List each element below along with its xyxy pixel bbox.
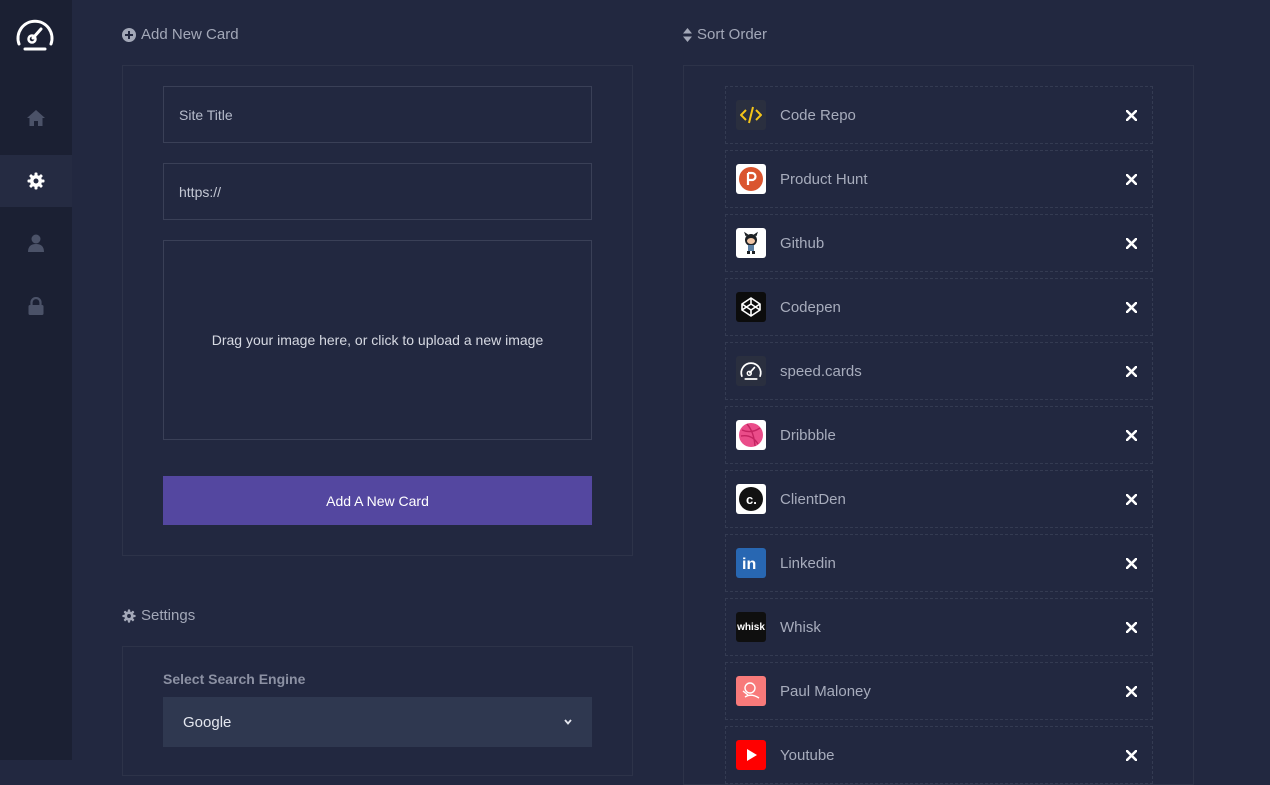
sidebar-item-settings[interactable]	[0, 155, 72, 207]
add-card-title: Add New Card	[141, 26, 239, 43]
sort-item-label: Whisk	[780, 618, 821, 636]
sort-item-clientden[interactable]: c. ClientDen	[725, 470, 1153, 528]
sidebar-item-home[interactable]	[0, 92, 72, 144]
plus-circle-icon	[122, 27, 136, 42]
sort-item-linkedin[interactable]: in Linkedin	[725, 534, 1153, 592]
sidebar-item-lock[interactable]	[0, 280, 72, 332]
site-title-input[interactable]	[163, 86, 592, 143]
remove-icon[interactable]	[1122, 746, 1140, 764]
remove-icon[interactable]	[1122, 106, 1140, 124]
sort-item-paul-maloney[interactable]: Paul Maloney	[725, 662, 1153, 720]
sort-item-label: Paul Maloney	[780, 682, 871, 700]
svg-text:in: in	[742, 556, 756, 572]
sort-item-github[interactable]: Github	[725, 214, 1153, 272]
sort-order-heading: Sort Order	[683, 26, 767, 43]
settings-heading: Settings	[122, 607, 195, 624]
sort-item-whisk[interactable]: whisk Whisk	[725, 598, 1153, 656]
settings-title: Settings	[141, 607, 196, 624]
github-icon	[736, 228, 766, 258]
speed-cards-icon	[736, 356, 766, 386]
sort-item-label: Codepen	[780, 298, 841, 316]
dribbble-icon	[736, 420, 766, 450]
user-icon	[28, 234, 44, 252]
chevron-down-icon	[564, 719, 572, 725]
youtube-icon	[736, 740, 766, 770]
sort-item-speed-cards[interactable]: speed.cards	[725, 342, 1153, 400]
sort-item-codepen[interactable]: Codepen	[725, 278, 1153, 336]
sort-order-title: Sort Order	[697, 26, 768, 43]
sort-item-label: ClientDen	[780, 490, 846, 508]
svg-text:c.: c.	[746, 492, 757, 507]
remove-icon[interactable]	[1122, 234, 1140, 252]
codepen-icon	[736, 292, 766, 322]
sort-item-label: speed.cards	[780, 362, 862, 380]
remove-icon[interactable]	[1122, 170, 1140, 188]
clientden-icon: c.	[736, 484, 766, 514]
sort-item-product-hunt[interactable]: Product Hunt	[725, 150, 1153, 208]
speedometer-logo-icon[interactable]	[14, 17, 56, 53]
sort-item-youtube[interactable]: Youtube	[725, 726, 1153, 784]
sort-icon	[683, 27, 692, 42]
remove-icon[interactable]	[1122, 426, 1140, 444]
paul-maloney-icon	[736, 676, 766, 706]
dropzone-text: Drag your image here, or click to upload…	[211, 332, 544, 348]
product-hunt-icon	[736, 164, 766, 194]
sort-item-label: Code Repo	[780, 106, 856, 124]
sort-item-code-repo[interactable]: Code Repo	[725, 86, 1153, 144]
add-card-button[interactable]: Add A New Card	[163, 476, 592, 525]
search-engine-value: Google	[183, 713, 232, 731]
sort-item-label: Github	[780, 234, 825, 252]
sidebar	[0, 0, 72, 760]
image-dropzone[interactable]: Drag your image here, or click to upload…	[163, 240, 592, 440]
sort-item-label: Product Hunt	[780, 170, 868, 188]
remove-icon[interactable]	[1122, 362, 1140, 380]
remove-icon[interactable]	[1122, 298, 1140, 316]
gear-icon	[122, 608, 136, 623]
code-icon	[736, 100, 766, 130]
home-icon	[27, 110, 45, 126]
url-input[interactable]	[163, 163, 592, 220]
remove-icon[interactable]	[1122, 682, 1140, 700]
sort-item-label: Youtube	[780, 746, 835, 764]
search-engine-select[interactable]: Google	[163, 697, 592, 747]
icon-text: whisk	[737, 621, 765, 633]
lock-icon	[28, 297, 44, 315]
sort-item-dribbble[interactable]: Dribbble	[725, 406, 1153, 464]
sidebar-item-profile[interactable]	[0, 217, 72, 269]
whisk-icon: whisk	[736, 612, 766, 642]
add-card-heading: Add New Card	[122, 26, 239, 43]
remove-icon[interactable]	[1122, 618, 1140, 636]
remove-icon[interactable]	[1122, 490, 1140, 508]
gear-icon	[27, 172, 45, 190]
sort-item-label: Dribbble	[780, 426, 836, 444]
sort-item-label: Linkedin	[780, 554, 836, 572]
remove-icon[interactable]	[1122, 554, 1140, 572]
search-engine-label: Select Search Engine	[163, 671, 306, 687]
linkedin-icon: in	[736, 548, 766, 578]
